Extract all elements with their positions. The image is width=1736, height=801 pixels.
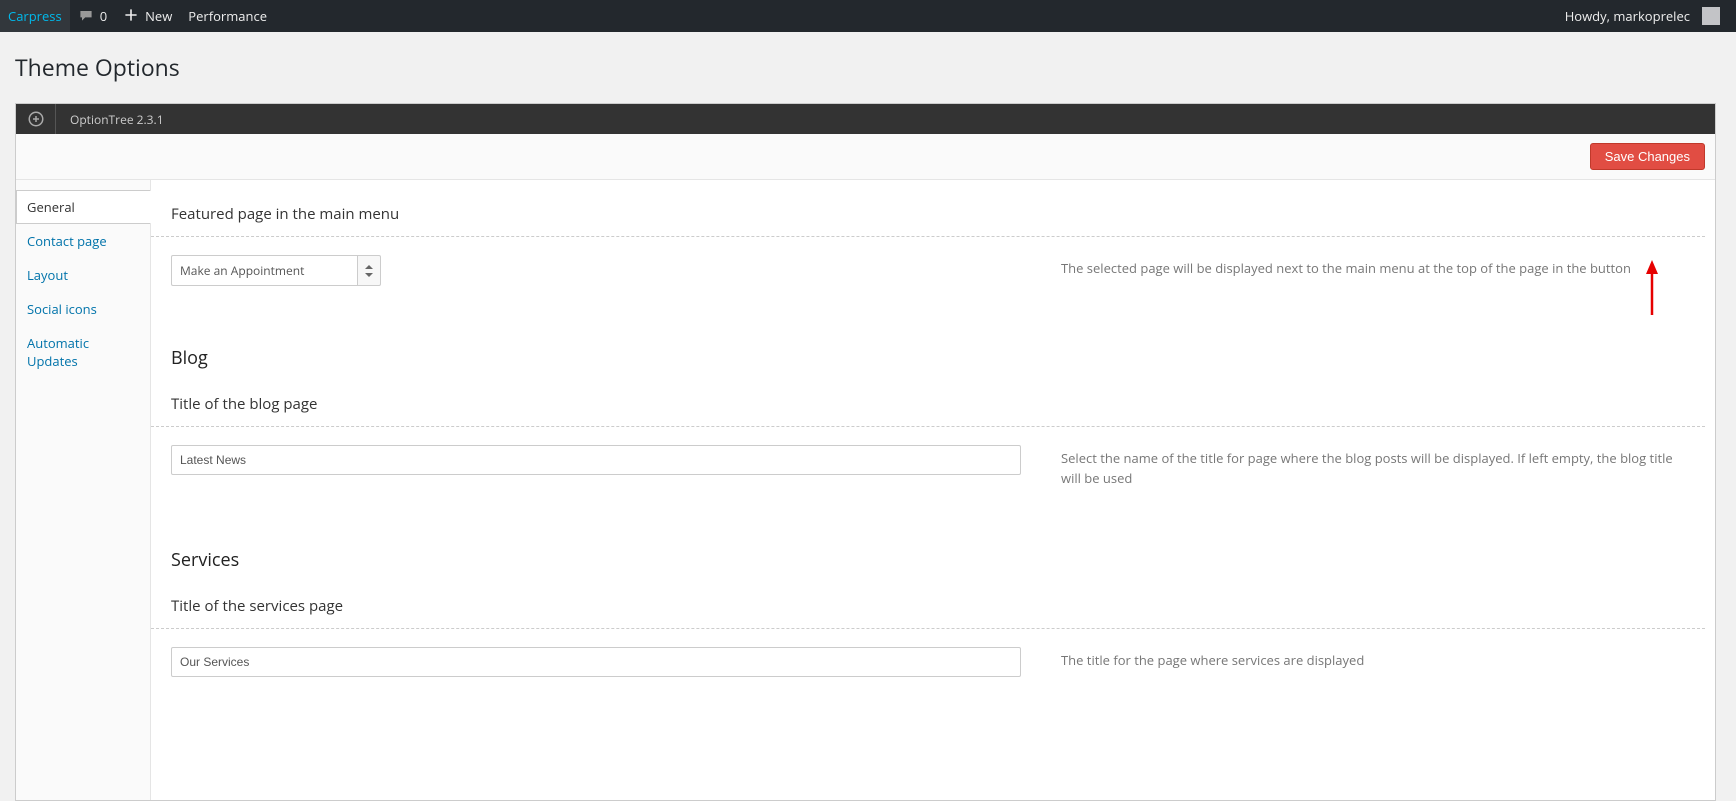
option-tabs-sidebar: General Contact page Layout Social icons… [16, 180, 150, 800]
option-tree-logo-icon [16, 104, 56, 134]
performance-link[interactable]: Performance [180, 0, 275, 32]
page-title: Theme Options [15, 42, 1716, 103]
setting-title-blog-title: Title of the blog page [151, 380, 1705, 427]
setting-desc: Select the name of the title for page wh… [1061, 445, 1695, 488]
performance-label: Performance [188, 7, 267, 25]
select-value: Make an Appointment [171, 255, 357, 286]
avatar [1702, 7, 1720, 25]
setting-desc: The selected page will be displayed next… [1061, 255, 1695, 286]
tab-label: Contact page [16, 224, 150, 258]
setting-desc: The title for the page where services ar… [1061, 647, 1695, 677]
options-content: Featured page in the main menu Make an A… [150, 180, 1715, 800]
services-title-input[interactable] [171, 647, 1021, 677]
option-tree-header: OptionTree 2.3.1 [16, 104, 1715, 134]
comments-link[interactable]: 0 [70, 0, 115, 32]
featured-page-select[interactable]: Make an Appointment [171, 255, 381, 286]
tab-label: Social icons [16, 292, 150, 326]
option-tree-panel: OptionTree 2.3.1 Save Changes General Co… [15, 103, 1716, 801]
setting-title-services-title: Title of the services page [151, 582, 1705, 629]
plus-icon [123, 7, 139, 25]
tab-label: Automatic Updates [16, 326, 150, 378]
save-changes-button[interactable]: Save Changes [1590, 143, 1705, 170]
wp-admin-bar: Carpress 0 New Performance Howdy, markop… [0, 0, 1736, 32]
blog-title-input[interactable] [171, 445, 1021, 475]
save-bar: Save Changes [16, 134, 1715, 180]
new-label: New [145, 7, 172, 25]
tab-label: Layout [16, 258, 150, 292]
tab-layout[interactable]: Layout [16, 258, 150, 292]
tab-contact-page[interactable]: Contact page [16, 224, 150, 258]
section-heading-blog: Blog [151, 286, 1715, 380]
comment-icon [78, 7, 94, 25]
tab-label: General [16, 190, 151, 224]
select-dropdown-icon [357, 255, 381, 286]
option-tree-version: OptionTree 2.3.1 [56, 111, 178, 128]
tab-general[interactable]: General [16, 190, 150, 224]
tab-automatic-updates[interactable]: Automatic Updates [16, 326, 150, 378]
tab-social-icons[interactable]: Social icons [16, 292, 150, 326]
howdy-text: Howdy, markoprelec [1565, 7, 1690, 25]
comments-count: 0 [100, 7, 107, 25]
new-content-link[interactable]: New [115, 0, 180, 32]
my-account-link[interactable]: Howdy, markoprelec [1557, 0, 1728, 32]
site-name-label: Carpress [8, 7, 62, 25]
setting-title-featured-page: Featured page in the main menu [151, 190, 1705, 237]
site-name-link[interactable]: Carpress [0, 0, 70, 32]
section-heading-services: Services [151, 488, 1715, 582]
